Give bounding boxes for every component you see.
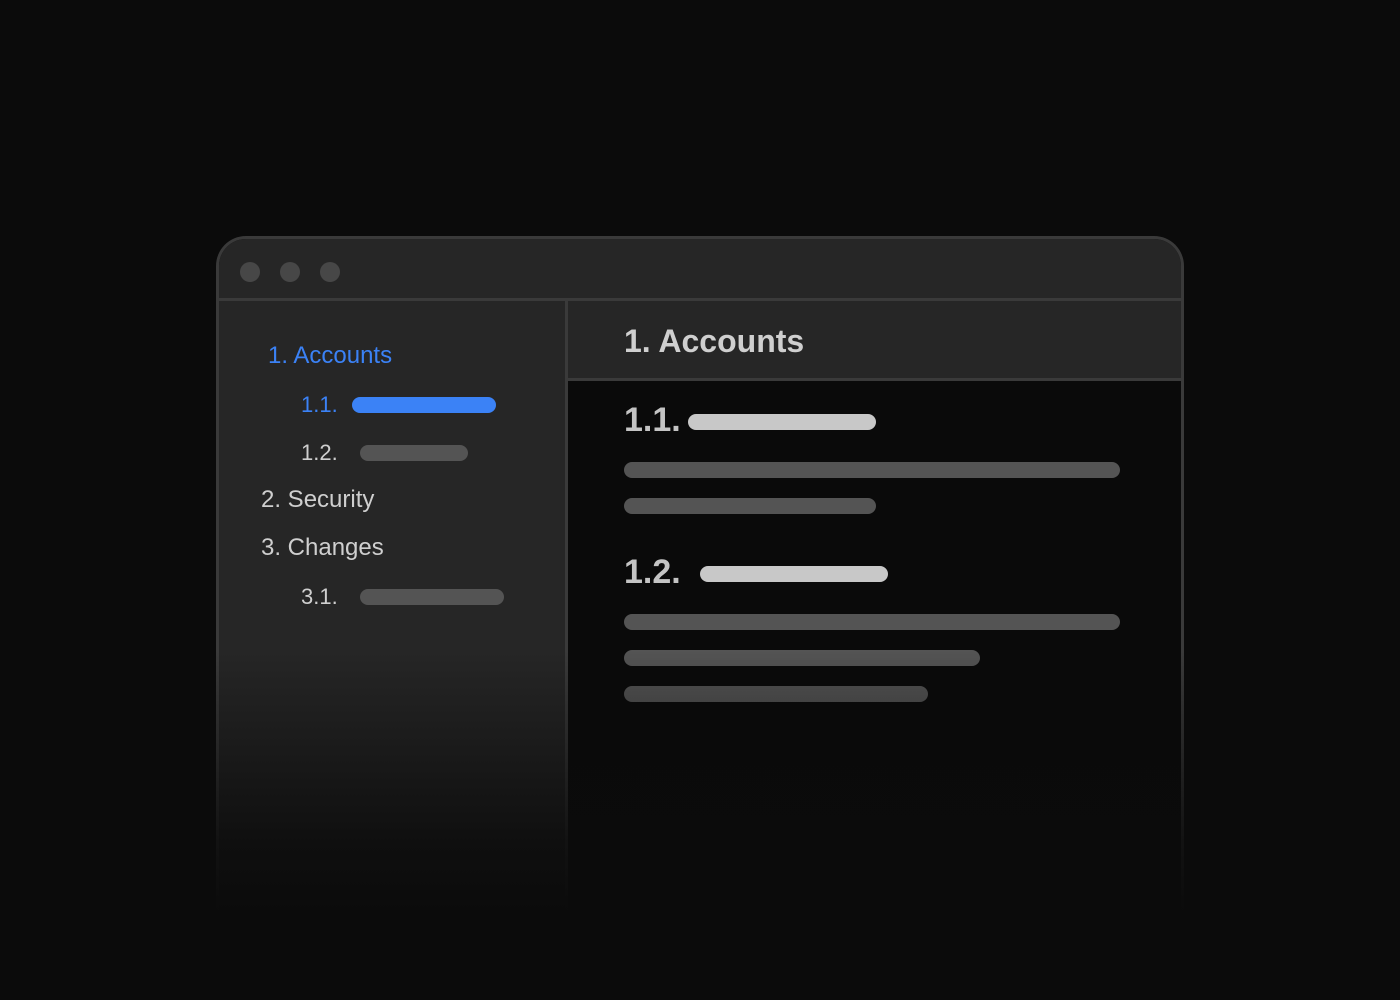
zoom-window-icon[interactable] (320, 262, 340, 282)
text-line-placeholder (624, 614, 1120, 630)
text-line-placeholder (624, 686, 928, 702)
toc-item-1-1-title-placeholder (352, 397, 496, 413)
title-bar (219, 239, 1181, 301)
toc-item-3-1[interactable]: 3.1. (301, 582, 338, 612)
content-area: 1.1. 1.2. (568, 381, 1181, 936)
text-line-placeholder (624, 498, 876, 514)
stage: 1. Accounts 1.1. 1.2. 2. Security 3. Cha… (0, 0, 1400, 1000)
section-title-placeholder (688, 414, 876, 430)
toc-item-security[interactable]: 2. Security (261, 485, 374, 515)
text-line-placeholder (624, 462, 1120, 478)
section-heading-1-2: 1.2. (624, 553, 681, 591)
page-title: 1. Accounts (624, 323, 805, 359)
close-window-icon[interactable] (240, 262, 260, 282)
toc-item-3-1-title-placeholder (360, 589, 504, 605)
section-title-placeholder (700, 566, 888, 582)
table-of-contents: 1. Accounts 1.1. 1.2. 2. Security 3. Cha… (219, 301, 568, 936)
section-heading-1-1: 1.1. (624, 401, 681, 439)
toc-item-1-2-title-placeholder (360, 445, 468, 461)
minimize-window-icon[interactable] (280, 262, 300, 282)
toc-item-changes[interactable]: 3. Changes (261, 533, 384, 563)
text-line-placeholder (624, 650, 980, 666)
content-header: 1. Accounts (568, 301, 1181, 381)
app-window: 1. Accounts 1.1. 1.2. 2. Security 3. Cha… (216, 236, 1184, 936)
toc-item-accounts[interactable]: 1. Accounts (268, 341, 392, 371)
toc-item-1-1[interactable]: 1.1. (301, 390, 338, 420)
toc-item-1-2[interactable]: 1.2. (301, 438, 338, 468)
